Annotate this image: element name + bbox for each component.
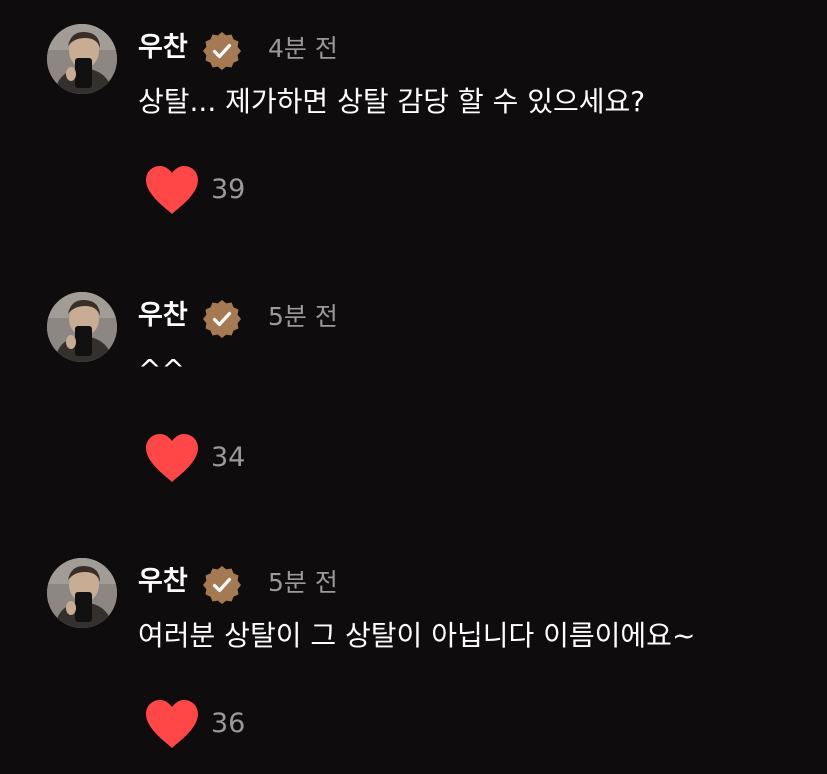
- comment-item: 우찬 5분 전 ^^ 34: [0, 268, 827, 508]
- avatar[interactable]: [47, 558, 117, 628]
- comment-text: ^^: [138, 353, 185, 386]
- heart-icon[interactable]: [143, 164, 201, 216]
- like-count: 39: [211, 174, 246, 205]
- username[interactable]: 우찬: [138, 28, 188, 68]
- comment-item: 우찬 5분 전 여러분 상탈이 그 상탈이 아닙니다 이름이에요~ 36: [0, 534, 827, 774]
- like-count: 36: [211, 708, 246, 739]
- username[interactable]: 우찬: [138, 296, 188, 336]
- verified-check-icon: [200, 297, 244, 341]
- timestamp: 5분 전: [268, 568, 338, 597]
- username[interactable]: 우찬: [138, 562, 188, 602]
- timestamp: 4분 전: [268, 34, 338, 63]
- comment-item: 우찬 4분 전 상탈... 제가하면 상탈 감당 할 수 있으세요? 39: [0, 0, 827, 240]
- verified-check-icon: [200, 29, 244, 73]
- avatar[interactable]: [47, 24, 117, 94]
- like-count: 34: [211, 442, 246, 473]
- heart-icon[interactable]: [143, 698, 201, 750]
- avatar[interactable]: [47, 292, 117, 362]
- verified-check-icon: [200, 563, 244, 607]
- comment-text: 상탈... 제가하면 상탈 감당 할 수 있으세요?: [138, 85, 646, 118]
- comment-text: 여러분 상탈이 그 상탈이 아닙니다 이름이에요~: [138, 619, 696, 652]
- timestamp: 5분 전: [268, 302, 338, 331]
- heart-icon[interactable]: [143, 432, 201, 484]
